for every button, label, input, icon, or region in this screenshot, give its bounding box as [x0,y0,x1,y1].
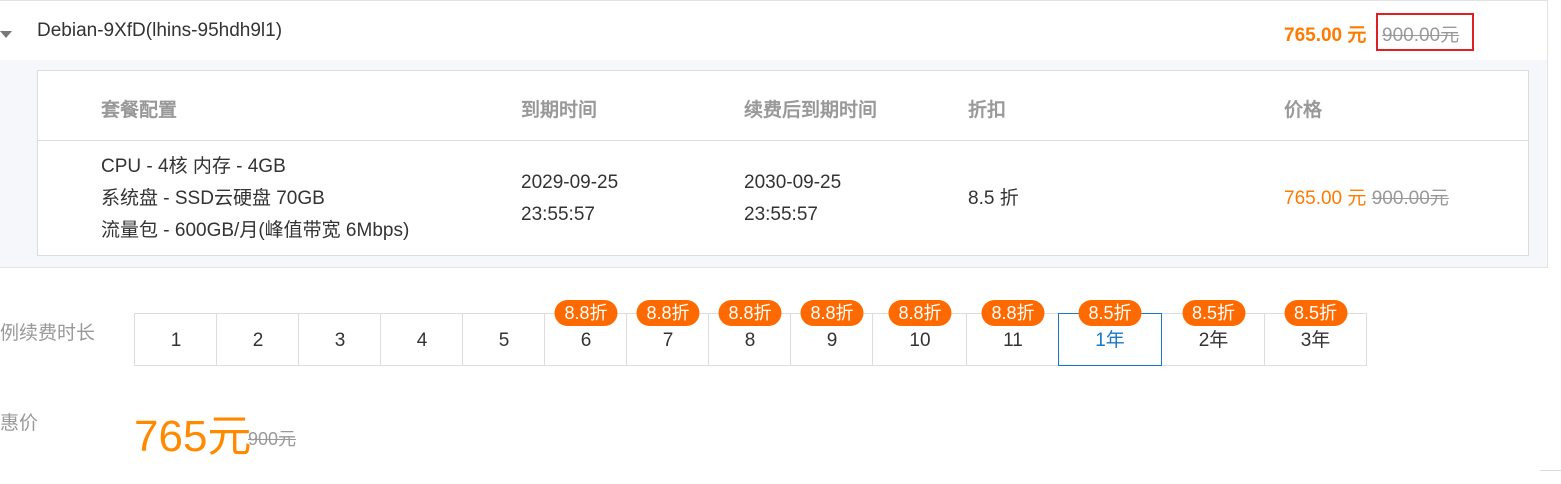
config-line-cpu: CPU - 4核 内存 - 4GB [101,156,286,177]
duration-option[interactable]: 1年 8.5折 [1058,300,1162,366]
divider [1540,470,1561,471]
renew-expire-date: 2030-09-25 [744,172,842,193]
duration-option-label: 1 [170,330,182,351]
duration-option[interactable]: 7 8.8折 [626,300,709,366]
promo-price: 765元 [134,412,252,461]
duration-option-label: 5 [498,330,510,351]
discount-badge: 8.8折 [636,300,700,326]
instance-row[interactable]: Debian-9XfD(lhins-95hdh9l1) 765.00 元 900… [0,0,1548,60]
expire-date: 2029-09-25 [521,172,619,193]
expire-cell: 2029-09-25 23:55:57 [521,167,618,231]
duration-option[interactable]: 9 8.8折 [790,300,873,366]
duration-option-label: 2 [252,330,264,351]
discount-badge: 8.8折 [554,300,618,326]
discount-badge: 8.5折 [1283,300,1348,326]
renew-duration-label: 例续费时长 [0,323,96,344]
duration-option[interactable]: 2 [216,313,299,366]
discount-badge: 8.8折 [981,300,1045,326]
table-header-row: 套餐配置 到期时间 续费后到期时间 折扣 价格 [38,71,1528,141]
collapse-caret-icon[interactable] [0,31,12,38]
promo-original-price: 900元 [248,429,297,449]
row-price: 765.00 元 [1284,188,1367,209]
duration-option[interactable]: 3年 8.5折 [1264,300,1367,366]
header-expire: 到期时间 [521,100,598,121]
renew-expire-cell: 2030-09-25 23:55:57 [744,167,841,231]
duration-option[interactable]: 1 [134,313,217,366]
discount-badge: 8.8折 [888,300,952,326]
duration-option-label: 3年 [1300,330,1331,351]
duration-option[interactable]: 8 8.8折 [708,300,791,366]
header-discount: 折扣 [968,100,1007,121]
discount-badge: 8.5折 [1078,300,1142,326]
duration-option-label: 1年 [1095,330,1125,351]
discount-badge: 8.8折 [718,300,782,326]
instance-name: Debian-9XfD(lhins-95hdh9l1) [37,20,283,41]
instance-price: 765.00 元 [1284,25,1367,46]
duration-option-label: 8 [744,330,756,351]
duration-option[interactable]: 3 [298,313,381,366]
config-cell: CPU - 4核 内存 - 4GB 系统盘 - SSD云硬盘 70GB 流量包 … [101,151,409,247]
config-line-disk: 系统盘 - SSD云硬盘 70GB [101,188,325,209]
header-config: 套餐配置 [101,100,178,121]
discount-badge: 8.5折 [1181,300,1246,326]
duration-option[interactable]: 10 8.8折 [872,300,967,366]
duration-option[interactable]: 2年 8.5折 [1161,300,1265,366]
duration-option-label: 11 [1003,330,1023,351]
row-original-price: 900.00元 [1371,188,1449,209]
discount-cell: 8.5 折 [968,188,1019,209]
discount-badge: 8.8折 [800,300,864,326]
renew-expire-time: 23:55:57 [744,204,818,225]
duration-option-label: 10 [909,330,931,351]
duration-option[interactable]: 11 8.8折 [966,300,1059,366]
price-cell: 765.00 元 900.00元 [1284,183,1449,215]
instance-original-price: 900.00元 [1382,25,1460,46]
duration-option-label: 4 [416,330,428,351]
details-table: 套餐配置 到期时间 续费后到期时间 折扣 价格 CPU - 4核 内存 - 4G… [37,70,1529,256]
config-line-traffic: 流量包 - 600GB/月(峰值带宽 6Mbps) [101,220,410,241]
duration-option-label: 7 [662,330,674,351]
duration-option-label: 3 [334,330,346,351]
duration-option[interactable]: 4 [380,313,463,366]
promo-price-label: 惠价 [0,413,39,434]
expire-time: 23:55:57 [521,204,595,225]
duration-option-label: 9 [826,330,838,351]
header-price: 价格 [1284,100,1323,121]
duration-option[interactable]: 6 8.8折 [544,300,627,366]
duration-option-label: 2年 [1198,330,1229,351]
duration-option-label: 6 [580,330,592,351]
duration-option[interactable]: 5 [462,313,545,366]
header-renew-expire: 续费后到期时间 [744,100,878,121]
